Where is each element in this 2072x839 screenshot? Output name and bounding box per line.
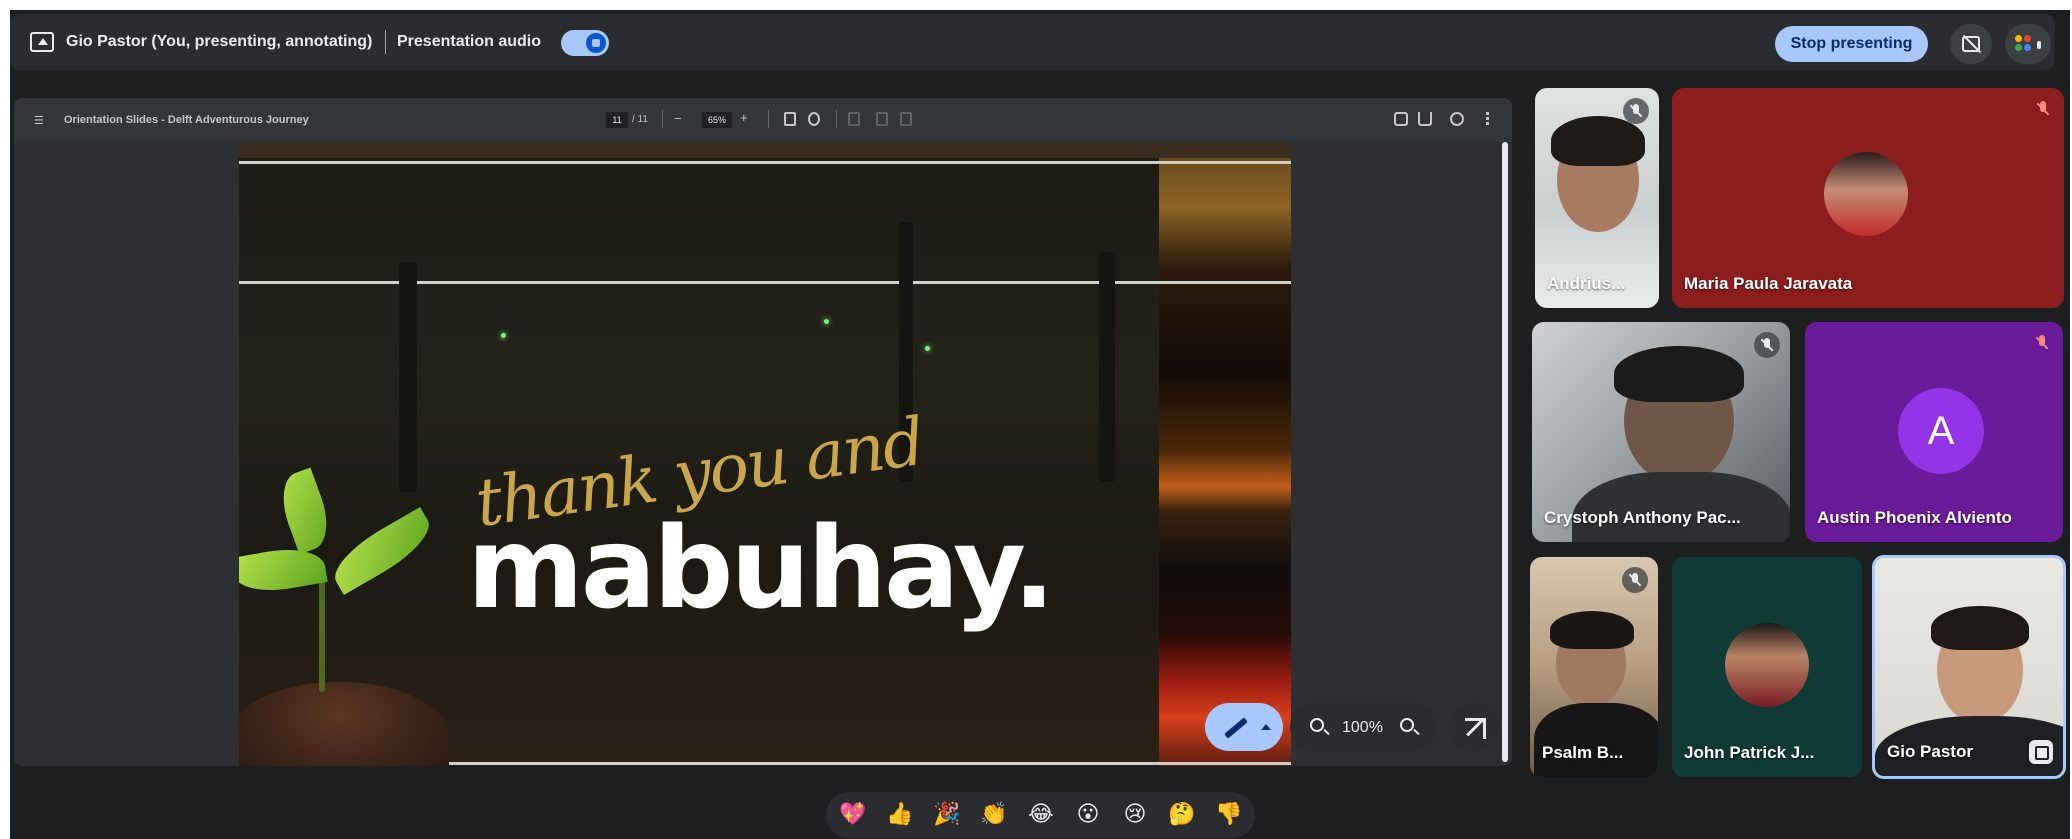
soil-mound xyxy=(239,682,449,766)
pen-icon xyxy=(1224,717,1248,739)
participant-hair xyxy=(1551,116,1645,166)
more-indicator xyxy=(2037,41,2041,49)
muted-mic-icon xyxy=(1622,567,1648,593)
muted-mic-icon xyxy=(1623,98,1649,124)
participant-name: Crystoph Anthony Pac... xyxy=(1544,508,1741,527)
camera-off-icon xyxy=(1962,36,1980,52)
avatar xyxy=(1725,623,1809,707)
more-options-icon[interactable] xyxy=(1486,112,1489,126)
toolbar-divider xyxy=(836,110,837,128)
tree-silhouette xyxy=(1099,252,1115,482)
avatar: A xyxy=(1898,388,1984,474)
reaction-party-icon[interactable]: 🎉 xyxy=(932,800,962,830)
pin-icon[interactable] xyxy=(2029,740,2053,764)
muted-mic-icon xyxy=(2031,332,2053,354)
rotate-icon[interactable] xyxy=(808,112,820,126)
slide-rule xyxy=(239,161,1291,164)
self-view-tile[interactable]: Gio Pastor xyxy=(1872,555,2066,779)
firefly-light xyxy=(925,346,930,351)
toolbar-divider xyxy=(662,110,663,128)
participant-tile[interactable]: A Austin Phoenix Alviento xyxy=(1805,322,2063,542)
chevron-up-icon xyxy=(1261,724,1271,730)
zoom-in-button[interactable]: + xyxy=(740,110,748,125)
toggle-knob xyxy=(586,33,606,53)
reaction-clap-icon[interactable]: 👏 xyxy=(979,800,1009,830)
print-icon[interactable] xyxy=(1394,112,1408,126)
participant-name: John Patrick J... xyxy=(1684,743,1815,762)
participant-body xyxy=(1534,703,1658,777)
reactions-bar: 💖 👍 🎉 👏 😂 😮 😢 🤔 👎 xyxy=(826,792,1255,838)
fullscreen-button[interactable] xyxy=(1450,703,1498,751)
reaction-heart-icon[interactable]: 💖 xyxy=(838,800,868,830)
participant-hair xyxy=(1550,611,1634,649)
participant-tile[interactable]: John Patrick J... xyxy=(1672,557,1862,777)
stop-presenting-button[interactable]: Stop presenting xyxy=(1775,26,1928,62)
participant-tile[interactable]: Psalm B... xyxy=(1530,557,1658,777)
zoom-value: 100% xyxy=(1342,719,1383,736)
redo-icon[interactable] xyxy=(900,112,912,126)
sprout-leaf xyxy=(324,507,440,595)
camera-off-button[interactable] xyxy=(1950,24,1992,64)
apps-icon xyxy=(2015,35,2033,53)
page-number-input[interactable]: 11 xyxy=(606,112,628,128)
reaction-thumbs-up-icon[interactable]: 👍 xyxy=(885,800,915,830)
annotate-icon[interactable] xyxy=(848,112,860,126)
presentation-bar: Gio Pastor (You, presenting, annotating)… xyxy=(10,14,2055,70)
page-total: / 11 xyxy=(632,114,648,125)
zoom-input[interactable]: 65% xyxy=(702,112,732,128)
zoom-out-button[interactable]: − xyxy=(674,111,682,126)
participant-hair xyxy=(1614,346,1744,402)
reaction-thumbs-down-icon[interactable]: 👎 xyxy=(1214,800,1244,830)
muted-mic-icon xyxy=(1754,332,1780,358)
firefly-light xyxy=(501,333,506,338)
muted-mic-icon xyxy=(2032,98,2054,120)
sprout-stem xyxy=(319,567,325,692)
sprout-leaf xyxy=(239,542,328,598)
document-title: Orientation Slides - Delft Adventurous J… xyxy=(64,114,309,126)
zoom-controls: 100% xyxy=(1290,703,1436,751)
participant-name: Austin Phoenix Alviento xyxy=(1817,508,2012,527)
participant-name: Gio Pastor xyxy=(1887,742,1973,761)
fit-page-icon[interactable] xyxy=(784,112,796,126)
reaction-thinking-icon[interactable]: 🤔 xyxy=(1167,800,1197,830)
slide-headline: mabuhay. xyxy=(467,504,1055,634)
presentation-audio-label: Presentation audio xyxy=(397,33,542,50)
participant-tile[interactable]: Andrius... xyxy=(1535,88,1659,308)
zoom-out-icon[interactable] xyxy=(1310,718,1324,732)
annotation-pen-button[interactable] xyxy=(1205,703,1283,751)
firefly-light xyxy=(824,319,829,324)
toolbar-divider xyxy=(768,110,769,128)
presentation-slide: thank you and mabuhay. xyxy=(239,142,1291,766)
tree-silhouette xyxy=(399,262,417,492)
undo-icon[interactable] xyxy=(876,112,888,126)
hamburger-icon[interactable]: ☰ xyxy=(34,114,44,127)
present-screen-icon xyxy=(30,32,54,52)
reaction-sad-icon[interactable]: 😢 xyxy=(1120,800,1150,830)
participant-hair xyxy=(1931,606,2029,650)
settings-icon[interactable] xyxy=(1450,112,1464,126)
more-apps-button[interactable] xyxy=(2005,24,2051,64)
participant-tile[interactable]: Maria Paula Jaravata xyxy=(1672,88,2064,308)
participant-name: Maria Paula Jaravata xyxy=(1684,274,1853,293)
participant-tile[interactable]: Crystoph Anthony Pac... xyxy=(1532,322,1790,542)
reaction-surprised-icon[interactable]: 😮 xyxy=(1073,800,1103,830)
download-icon[interactable] xyxy=(1418,112,1432,126)
participant-name: Andrius... xyxy=(1547,274,1626,293)
slide-image-band xyxy=(239,142,1291,158)
avatar xyxy=(1824,152,1908,236)
vertical-scrollbar[interactable] xyxy=(1502,142,1508,762)
divider xyxy=(385,30,386,54)
presenting-status: Gio Pastor (You, presenting, annotating) xyxy=(66,33,373,50)
zoom-in-icon[interactable] xyxy=(1400,718,1414,732)
slide-photo-strip xyxy=(1159,158,1291,766)
presentation-audio-toggle[interactable] xyxy=(561,30,609,56)
pdf-toolbar: ☰ Orientation Slides - Delft Adventurous… xyxy=(14,98,1512,142)
reaction-laugh-icon[interactable]: 😂 xyxy=(1026,800,1056,830)
pdf-viewer: ☰ Orientation Slides - Delft Adventurous… xyxy=(14,98,1512,766)
participant-name: Psalm B... xyxy=(1542,743,1624,762)
sprout-leaf xyxy=(272,467,338,555)
slide-rule xyxy=(239,281,1291,284)
participant-body xyxy=(1572,472,1790,542)
